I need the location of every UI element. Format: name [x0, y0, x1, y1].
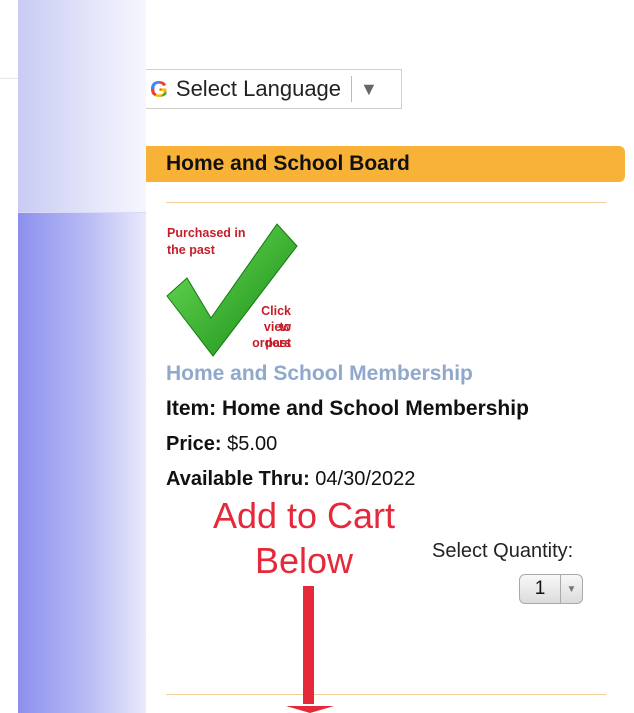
purchased-badge[interactable]: Purchased in the past Click to view past…	[165, 222, 305, 357]
purchased-text-line2: the past	[167, 243, 215, 257]
divider-bottom	[166, 694, 606, 695]
item-label: Item:	[166, 397, 217, 420]
caret-down-icon: ▼	[360, 78, 378, 99]
quantity-value: 1	[534, 578, 546, 599]
left-sidebar-header	[18, 0, 146, 213]
down-arrow-annotation	[286, 586, 334, 713]
language-selector-label: Select Language	[175, 76, 342, 101]
price-value: $5.00	[227, 433, 278, 455]
availability-value: 04/30/2022	[315, 468, 416, 490]
annotation-line1: Add to Cart	[212, 495, 396, 536]
language-separator	[351, 76, 353, 102]
price-line: Price: $5.00	[166, 433, 277, 456]
section-header: Home and School Board	[146, 146, 625, 182]
quantity-select[interactable]: 1 ▼	[519, 574, 583, 604]
availability-line: Available Thru: 04/30/2022	[166, 468, 415, 491]
section-title: Home and School Board	[166, 152, 410, 175]
product-title-link[interactable]: Home and School Membership	[166, 362, 473, 386]
google-g-icon: G	[150, 75, 168, 102]
availability-label: Available Thru:	[166, 468, 310, 490]
annotation-line2: Below	[254, 540, 354, 581]
divider-top	[166, 202, 606, 203]
item-value: Home and School Membership	[222, 397, 529, 420]
click-text-line3: orders	[252, 336, 291, 350]
chevron-down-icon: ▼	[560, 575, 582, 603]
item-line: Item: Home and School Membership	[166, 397, 529, 421]
quantity-label: Select Quantity:	[432, 540, 574, 562]
price-label: Price:	[166, 433, 222, 455]
purchased-text-line1: Purchased in	[167, 226, 246, 240]
language-selector[interactable]: G Select Language ▼	[146, 69, 402, 109]
